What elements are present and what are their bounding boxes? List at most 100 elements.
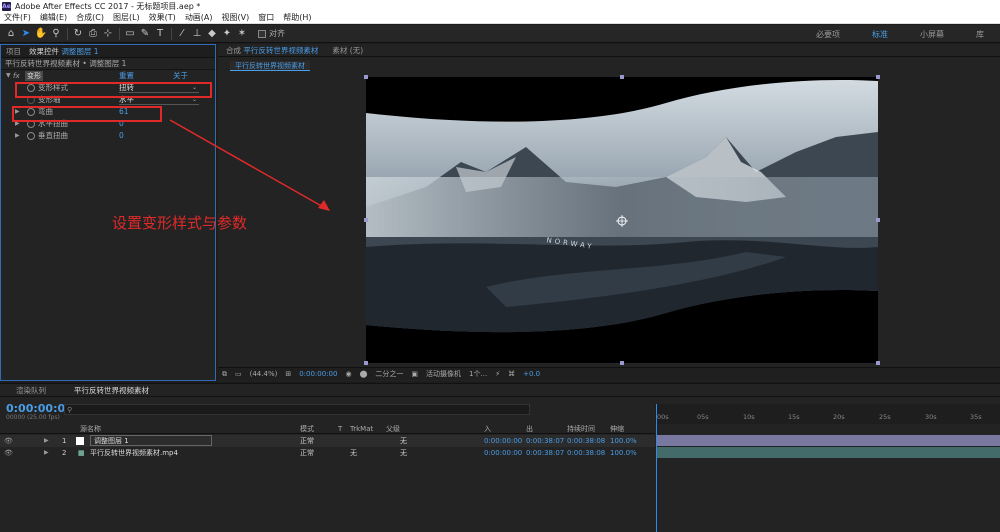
workspace-small-screen[interactable]: 小屏幕: [904, 29, 960, 40]
type-tool-icon[interactable]: T: [153, 27, 167, 41]
layer-stretch[interactable]: 100.0%: [610, 447, 637, 459]
col-duration[interactable]: 持续时间: [567, 424, 595, 434]
layer-bar-footage[interactable]: [657, 447, 1000, 458]
resolution-dropdown[interactable]: 二分之一: [375, 369, 403, 379]
col-trkmat[interactable]: TrkMat: [350, 424, 373, 434]
menu-help[interactable]: 帮助(H): [283, 12, 311, 23]
layer-in[interactable]: 0:00:00:00: [484, 447, 522, 459]
layer-name[interactable]: 调整图层 1: [90, 435, 212, 446]
viewer-timecode[interactable]: 0:00:00:00: [299, 370, 337, 378]
menu-edit[interactable]: 编辑(E): [40, 12, 67, 23]
snapping-toggle[interactable]: 对齐: [258, 28, 285, 39]
eraser-tool-icon[interactable]: ◆: [205, 27, 219, 41]
menu-view[interactable]: 视图(V): [222, 12, 250, 23]
layer-parent[interactable]: 无: [400, 435, 407, 447]
vertical-distortion-value[interactable]: 0: [119, 130, 124, 142]
camera-tool-icon[interactable]: ⎙: [86, 27, 100, 41]
expand-triangle-icon[interactable]: ▶: [44, 447, 49, 459]
col-out[interactable]: 出: [526, 424, 533, 434]
rotate-tool-icon[interactable]: ↻: [71, 27, 85, 41]
layer-out[interactable]: 0:00:38:07: [526, 447, 564, 459]
always-preview-icon[interactable]: ⧉: [222, 370, 227, 379]
flowchart-icon[interactable]: ⌘: [508, 370, 515, 378]
menu-window[interactable]: 窗口: [258, 12, 274, 23]
layer-parent[interactable]: 无: [400, 447, 407, 459]
transform-handle[interactable]: [364, 361, 368, 365]
transform-handle[interactable]: [364, 75, 368, 79]
menu-composition[interactable]: 合成(C): [76, 12, 104, 23]
layer-duration[interactable]: 0:00:38:08: [567, 435, 605, 447]
snapshot-icon[interactable]: ◉: [345, 370, 351, 378]
col-t[interactable]: T: [338, 424, 342, 434]
transform-handle[interactable]: [620, 361, 624, 365]
zoom-tool-icon[interactable]: ⚲: [49, 27, 63, 41]
layer-bar-adjustment[interactable]: [657, 435, 1000, 446]
tab-composition[interactable]: 合成 平行反转世界视频素材: [226, 45, 318, 56]
layer-row[interactable]: 👁 ▶ 1 调整图层 1 正常 无 0:00:00:00 0:00:38:07 …: [0, 435, 655, 447]
fast-previews-icon[interactable]: ⚡: [495, 370, 500, 378]
stopwatch-icon[interactable]: [27, 132, 35, 140]
exposure-value[interactable]: +0.0: [523, 370, 540, 378]
home-icon[interactable]: ⌂: [4, 27, 18, 41]
tab-render-queue[interactable]: 渲染队列: [16, 385, 46, 396]
expand-triangle-icon[interactable]: ▶: [15, 130, 20, 142]
puppet-pin-tool-icon[interactable]: ✶: [235, 27, 249, 41]
selection-tool-icon[interactable]: ➤: [19, 27, 33, 41]
effect-reset-link[interactable]: 重置: [119, 70, 134, 82]
tab-project[interactable]: 项目: [6, 46, 21, 57]
zoom-level[interactable]: (44.4%): [250, 370, 278, 378]
col-parent[interactable]: 父级: [386, 424, 400, 434]
transform-handle[interactable]: [876, 218, 880, 222]
fx-icon[interactable]: fx: [13, 70, 20, 82]
layer-name[interactable]: 平行反转世界视频素材.mp4: [90, 447, 178, 459]
transform-handle[interactable]: [364, 218, 368, 222]
pen-tool-icon[interactable]: ✎: [138, 27, 152, 41]
menu-file[interactable]: 文件(F): [4, 12, 31, 23]
composition-viewer[interactable]: NORWAY: [364, 75, 880, 365]
monitor-icon[interactable]: ▭: [235, 370, 242, 378]
expand-triangle-icon[interactable]: ▼: [6, 70, 11, 82]
playhead[interactable]: [656, 404, 657, 532]
layer-in[interactable]: 0:00:00:00: [484, 435, 522, 447]
layer-duration[interactable]: 0:00:38:08: [567, 447, 605, 459]
grid-icon[interactable]: ⊞: [285, 370, 291, 378]
col-mode[interactable]: 模式: [300, 424, 314, 434]
tab-footage[interactable]: 素材 (无): [332, 45, 363, 56]
rectangle-tool-icon[interactable]: ▭: [123, 27, 137, 41]
workspace-standard[interactable]: 标准: [856, 29, 904, 40]
time-ruler[interactable]: 00s 05s 10s 15s 20s 25s 30s 35s: [655, 404, 1000, 424]
menu-layer[interactable]: 图层(L): [113, 12, 140, 23]
workspace-essentials[interactable]: 必要项: [800, 29, 856, 40]
col-in[interactable]: 入: [484, 424, 491, 434]
transform-handle[interactable]: [620, 75, 624, 79]
color-channels-icon[interactable]: ⬤: [360, 370, 368, 378]
layer-trkmat[interactable]: 无: [350, 447, 357, 459]
layer-out[interactable]: 0:00:38:07: [526, 435, 564, 447]
region-of-interest-icon[interactable]: ▣: [411, 370, 418, 378]
menu-animation[interactable]: 动画(A): [185, 12, 213, 23]
effect-about-link[interactable]: 关于: [173, 70, 188, 82]
roto-brush-tool-icon[interactable]: ✦: [220, 27, 234, 41]
transform-handle[interactable]: [876, 75, 880, 79]
views-dropdown[interactable]: 1个...: [469, 369, 487, 379]
snapping-checkbox[interactable]: [258, 29, 266, 38]
tab-timeline-comp[interactable]: 平行反转世界视频素材: [74, 385, 149, 396]
pan-behind-tool-icon[interactable]: ⊹: [101, 27, 115, 41]
workspace-library[interactable]: 库: [960, 29, 1000, 40]
col-source-name[interactable]: 源名称: [80, 424, 101, 434]
layer-stretch[interactable]: 100.0%: [610, 435, 637, 447]
layer-mode[interactable]: 正常: [300, 435, 314, 447]
visibility-eye-icon[interactable]: 👁: [4, 435, 13, 447]
visibility-eye-icon[interactable]: 👁: [4, 447, 13, 459]
menu-effect[interactable]: 效果(T): [149, 12, 176, 23]
tab-effect-controls[interactable]: 效果控件 调整图层 1: [29, 46, 99, 57]
composition-breadcrumb[interactable]: 平行反转世界视频素材: [230, 61, 310, 71]
brush-tool-icon[interactable]: ⁄: [175, 27, 189, 41]
transform-handle[interactable]: [876, 361, 880, 365]
col-stretch[interactable]: 伸缩: [610, 424, 624, 434]
layer-row[interactable]: 👁 ▶ 2 ▦ 平行反转世界视频素材.mp4 正常 无 无 0:00:00:00…: [0, 447, 655, 459]
effect-name[interactable]: 变形: [25, 71, 43, 81]
hand-tool-icon[interactable]: ✋: [34, 27, 48, 41]
expand-triangle-icon[interactable]: ▶: [44, 435, 49, 447]
layer-mode[interactable]: 正常: [300, 447, 314, 459]
